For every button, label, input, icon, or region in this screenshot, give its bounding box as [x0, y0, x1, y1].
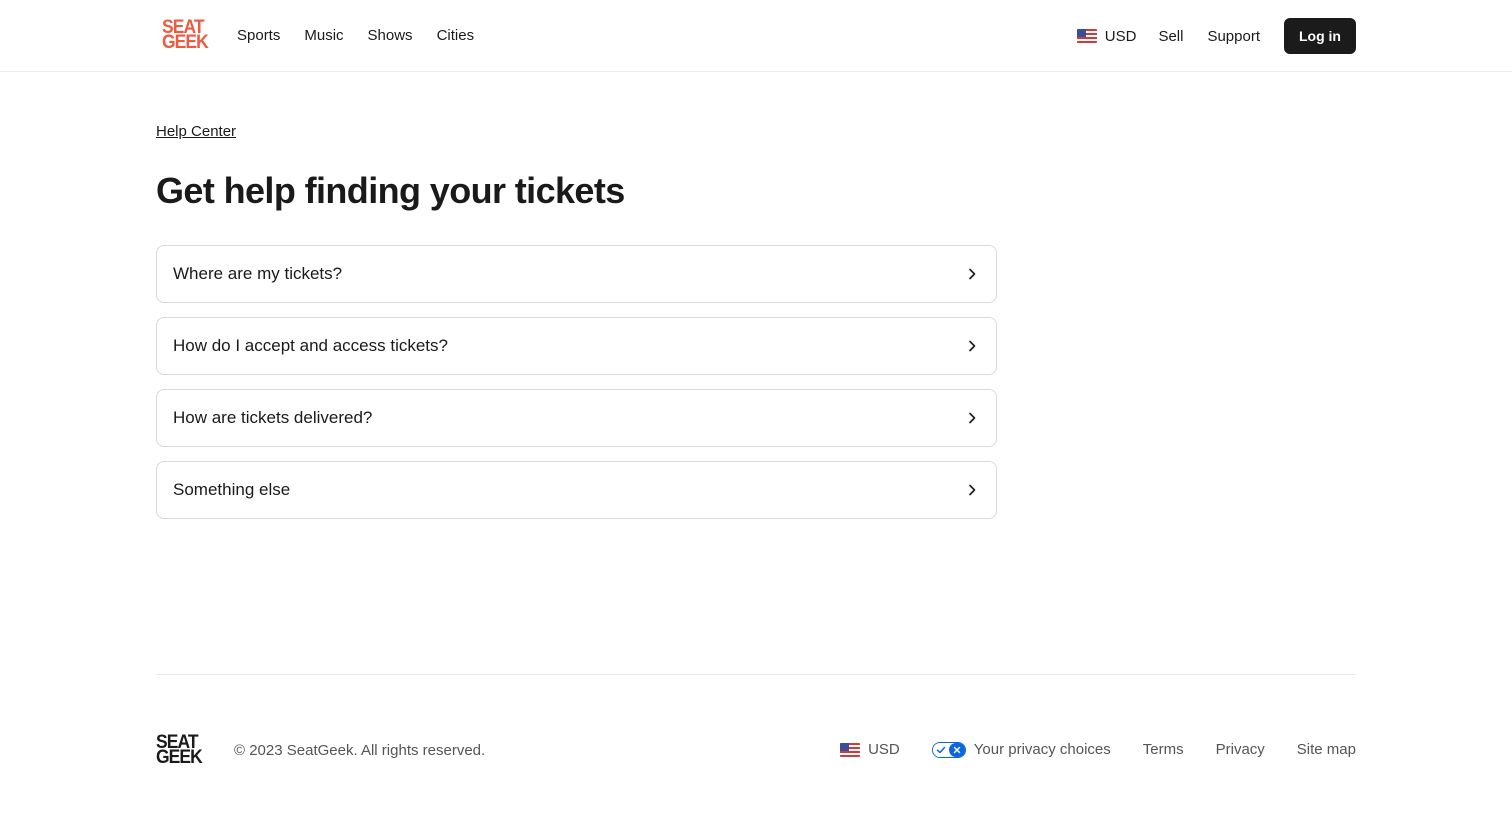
faq-label: Where are my tickets?: [173, 264, 343, 283]
chevron-right-icon: [966, 340, 978, 352]
us-flag-icon: [840, 743, 861, 757]
privacy-choices-label: Your privacy choices: [973, 741, 1111, 758]
logo-line-2: GEEK: [162, 32, 209, 53]
main-nav: Sports Music Shows Cities: [237, 26, 474, 46]
footer-seatgeek-logo[interactable]: SEAT GEEK: [156, 733, 206, 768]
nav-sports[interactable]: Sports: [237, 26, 280, 46]
nav-shows[interactable]: Shows: [368, 26, 413, 46]
login-button[interactable]: Log in: [1284, 18, 1356, 54]
us-flag-icon: [1076, 29, 1097, 43]
terms-link[interactable]: Terms: [1143, 740, 1184, 760]
page-title: Get help finding your tickets: [156, 170, 625, 211]
chevron-right-icon: [966, 268, 978, 280]
footer-links: USD Your privacy choices Terms Privacy S…: [840, 740, 1356, 760]
privacy-choices-toggle-icon: [931, 742, 966, 758]
faq-item-accept-access-tickets[interactable]: How do I accept and access tickets?: [156, 317, 997, 375]
chevron-right-icon: [966, 412, 978, 424]
privacy-link[interactable]: Privacy: [1216, 740, 1265, 760]
faq-label: How do I accept and access tickets?: [173, 336, 448, 355]
logo-line-2: GEEK: [156, 747, 203, 768]
faq-item-tickets-delivered[interactable]: How are tickets delivered?: [156, 389, 997, 447]
sell-link[interactable]: Sell: [1158, 28, 1183, 45]
privacy-choices-link[interactable]: Your privacy choices: [931, 740, 1111, 760]
faq-label: Something else: [173, 480, 291, 499]
currency-selector[interactable]: USD: [1076, 27, 1137, 45]
faq-label: How are tickets delivered?: [173, 408, 373, 427]
site-map-link[interactable]: Site map: [1297, 740, 1356, 760]
site-header: SEAT GEEK Sports Music Shows Cities USD …: [0, 0, 1512, 72]
footer-divider: [156, 674, 1356, 675]
support-link[interactable]: Support: [1207, 28, 1260, 45]
header-actions: USD Sell Support Log in: [1076, 18, 1356, 54]
nav-music[interactable]: Music: [304, 26, 343, 46]
footer-currency-selector[interactable]: USD: [840, 740, 900, 760]
faq-item-where-are-my-tickets[interactable]: Where are my tickets?: [156, 245, 997, 303]
seatgeek-logo[interactable]: SEAT GEEK: [162, 18, 212, 53]
faq-list: Where are my tickets? How do I accept an…: [156, 245, 997, 519]
copyright-text: © 2023 SeatGeek. All rights reserved.: [234, 742, 486, 759]
footer-currency-label: USD: [868, 741, 900, 758]
currency-label: USD: [1104, 27, 1137, 45]
nav-cities[interactable]: Cities: [437, 26, 475, 46]
breadcrumb-help-center[interactable]: Help Center: [156, 122, 236, 142]
faq-item-something-else[interactable]: Something else: [156, 461, 997, 519]
chevron-right-icon: [966, 484, 978, 496]
